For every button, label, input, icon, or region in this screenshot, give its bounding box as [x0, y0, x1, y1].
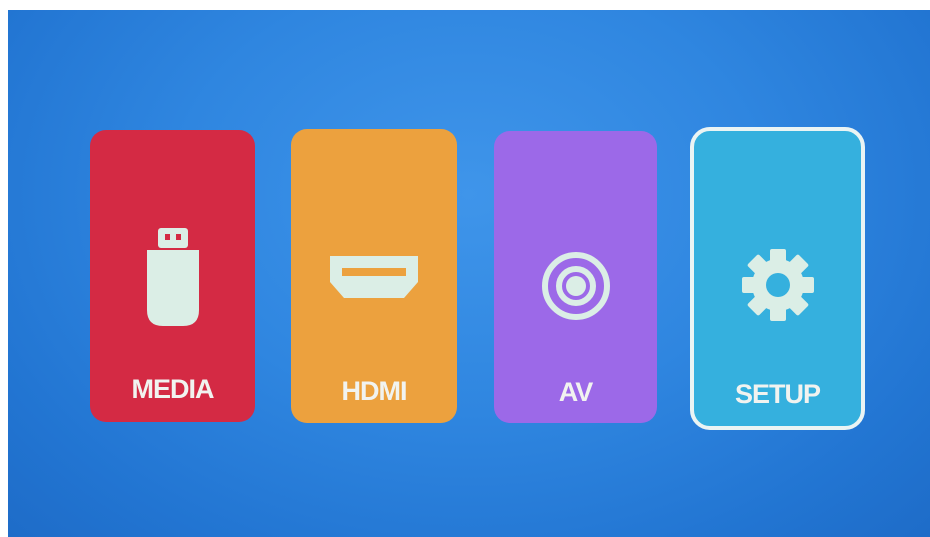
media-tile[interactable]: MEDIA [90, 130, 255, 422]
hdmi-tile[interactable]: HDMI [291, 129, 457, 423]
gear-icon [741, 249, 814, 321]
hdmi-label: HDMI [341, 376, 408, 406]
setup-tile[interactable]: SETUP [690, 127, 865, 430]
setup-label: SETUP [734, 379, 821, 409]
media-label: MEDIA [131, 374, 215, 404]
home-screen: MEDIA HDMI AV SETUP [8, 10, 930, 537]
av-tile[interactable]: AV [494, 131, 657, 423]
usb-drive-icon [146, 228, 199, 326]
av-label: AV [558, 377, 594, 407]
av-input-icon [541, 252, 610, 320]
hdmi-port-icon [330, 256, 418, 298]
